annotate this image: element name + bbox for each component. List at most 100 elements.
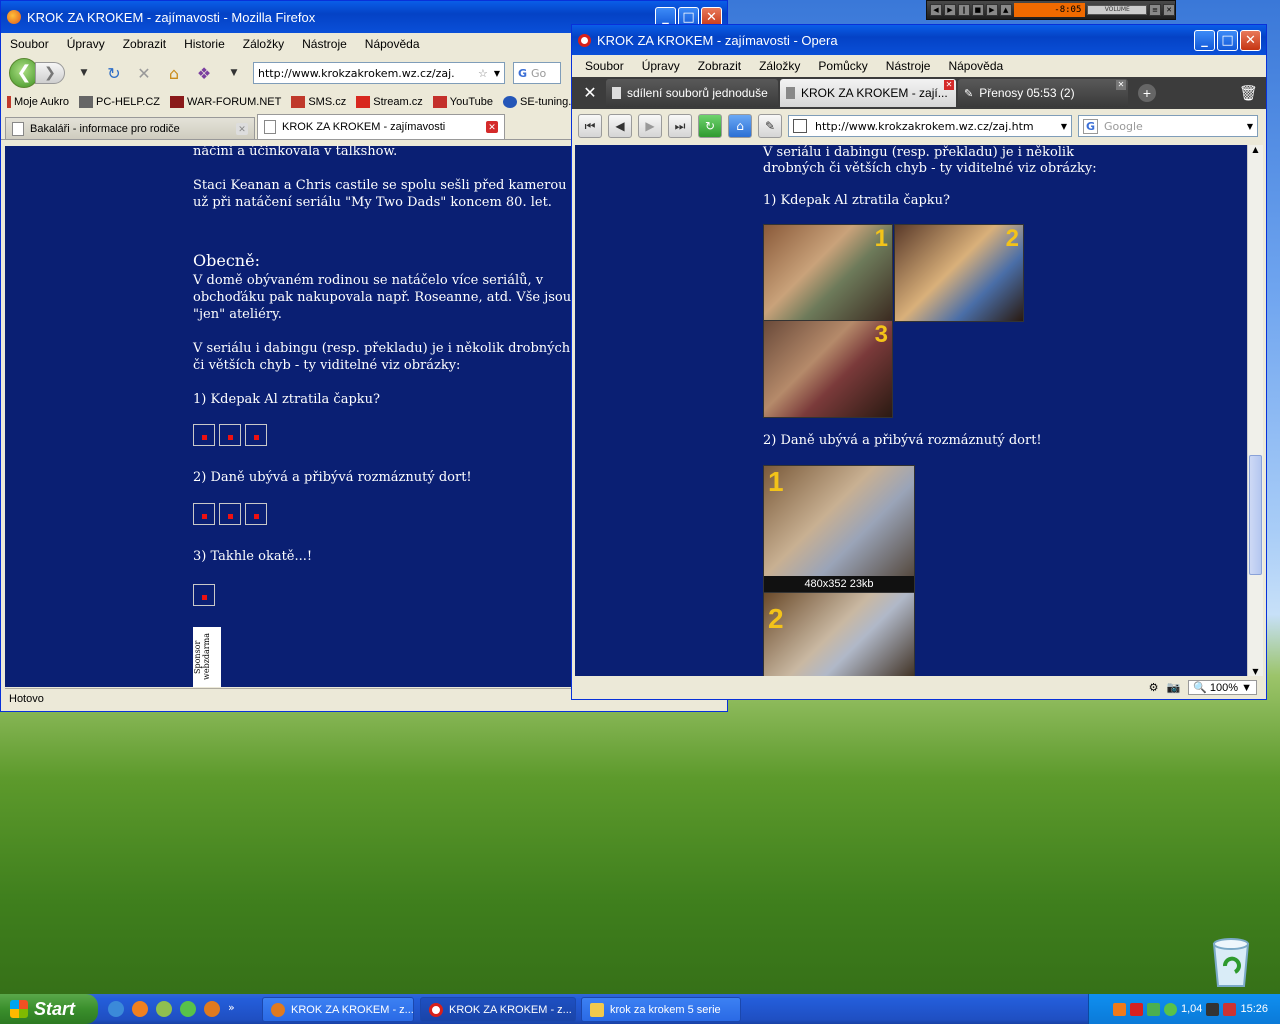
- stop-icon[interactable]: ✕: [133, 64, 155, 83]
- menu-zobrazit[interactable]: Zobrazit: [689, 57, 750, 75]
- zoom-control[interactable]: 🔍 100% ▼: [1188, 679, 1257, 695]
- bookmark-item[interactable]: Stream.cz: [356, 96, 423, 108]
- icq-tray-icon[interactable]: [1164, 1002, 1177, 1016]
- minimize-button[interactable]: _: [1194, 30, 1215, 51]
- broken-image[interactable]: [193, 503, 215, 525]
- scroll-down-icon[interactable]: ▼: [1248, 667, 1263, 676]
- next-icon[interactable]: ▶: [985, 4, 998, 16]
- menu-upravy[interactable]: Úpravy: [58, 35, 114, 55]
- menu-upravy[interactable]: Úpravy: [633, 57, 689, 75]
- menu-napoveda[interactable]: Nápověda: [939, 57, 1012, 75]
- ati-tray-icon[interactable]: [1130, 1002, 1143, 1016]
- tab-close-icon[interactable]: ✕: [236, 122, 248, 135]
- tray-icon[interactable]: [1223, 1002, 1237, 1016]
- avast-icon[interactable]: [132, 1001, 148, 1017]
- forward-button[interactable]: ❯: [35, 62, 65, 84]
- menu-zobrazit[interactable]: Zobrazit: [114, 35, 175, 55]
- tab-prenosy[interactable]: ✎ Přenosy 05:53 (2) ✕: [958, 79, 1128, 107]
- bookmark-item[interactable]: PC-HELP.CZ: [79, 96, 160, 108]
- close-icon[interactable]: ✕: [1163, 4, 1176, 16]
- edit-button[interactable]: ✎: [758, 114, 782, 138]
- maximize-button[interactable]: □: [1217, 30, 1238, 51]
- menu-nastroje[interactable]: Nástroje: [293, 35, 356, 55]
- broken-image[interactable]: [193, 424, 215, 446]
- stop-icon[interactable]: ■: [971, 4, 984, 16]
- url-dropdown-icon[interactable]: ▼: [1061, 122, 1067, 131]
- url-bar[interactable]: http://www.krokzakrokem.wz.cz/zaj.htm ▼: [788, 115, 1072, 137]
- pause-icon[interactable]: ‖: [957, 4, 970, 16]
- menu-zalozky[interactable]: Záložky: [234, 35, 293, 55]
- home-button[interactable]: ⌂: [728, 114, 752, 138]
- volume-slider[interactable]: VOLUME: [1087, 5, 1148, 15]
- menu-nastroje[interactable]: Nástroje: [877, 57, 940, 75]
- tools-icon[interactable]: ✕: [576, 83, 604, 103]
- tab-sdileni[interactable]: sdílení souborů jednoduše: [606, 79, 778, 107]
- broken-image[interactable]: [245, 424, 267, 446]
- play-icon[interactable]: ▶: [943, 4, 956, 16]
- rewind-button[interactable]: ⏮: [578, 114, 602, 138]
- menu-napoveda[interactable]: Nápověda: [356, 35, 429, 55]
- chart-tray-icon[interactable]: [1206, 1002, 1220, 1016]
- star-icon[interactable]: ☆: [478, 67, 488, 80]
- screenshot-image[interactable]: 2: [763, 592, 915, 676]
- close-button[interactable]: ✕: [1240, 30, 1261, 51]
- search-dropdown-icon[interactable]: ▼: [1247, 122, 1253, 131]
- menu-historie[interactable]: Historie: [175, 35, 234, 55]
- broken-image[interactable]: [219, 424, 241, 446]
- taskbar-item-firefox[interactable]: KROK ZA KROKEM - z...: [262, 997, 414, 1022]
- bookmark-item[interactable]: WAR-FORUM.NET: [170, 96, 281, 108]
- screenshot-image[interactable]: 1 480x352 23kb: [763, 465, 915, 593]
- menu-soubor[interactable]: Soubor: [576, 57, 633, 75]
- eject-icon[interactable]: ▲: [999, 4, 1012, 16]
- broken-image[interactable]: [219, 503, 241, 525]
- trash-icon[interactable]: 🗑: [1239, 84, 1258, 102]
- network-icon[interactable]: [1147, 1002, 1160, 1016]
- screenshot-image[interactable]: 1: [763, 224, 893, 322]
- screenshot-image[interactable]: 2: [894, 224, 1024, 322]
- prev-icon[interactable]: ◀: [930, 4, 942, 16]
- ie-icon[interactable]: [108, 1001, 124, 1017]
- broken-image[interactable]: [245, 503, 267, 525]
- tab-close-icon[interactable]: ✕: [1116, 80, 1126, 90]
- tab-krok-za-krokem[interactable]: KROK ZA KROKEM - zajímavosti ✕: [257, 114, 505, 139]
- menu-icon[interactable]: ≡: [1149, 4, 1162, 16]
- sponsor-banner[interactable]: Sponsor webzdarma: [193, 627, 221, 687]
- taskbar-item-folder[interactable]: krok za krokem 5 serie: [581, 997, 741, 1022]
- url-dropdown-icon[interactable]: ▼: [494, 69, 500, 78]
- bookmark-item[interactable]: YouTube: [432, 96, 493, 108]
- home-icon[interactable]: ⌂: [163, 64, 185, 83]
- scroll-up-icon[interactable]: ▲: [1248, 145, 1263, 154]
- menu-soubor[interactable]: Soubor: [1, 35, 58, 55]
- opera-titlebar[interactable]: KROK ZA KROKEM - zajímavosti - Opera: [572, 25, 1266, 55]
- menu-zalozky[interactable]: Záložky: [750, 57, 809, 75]
- screenshot-image[interactable]: 3: [763, 320, 893, 418]
- search-field[interactable]: G Go: [513, 62, 561, 84]
- winamp-tray-icon[interactable]: [1113, 1002, 1126, 1016]
- icq-icon[interactable]: [180, 1001, 196, 1017]
- tab-bakalari[interactable]: Bakaláři - informace pro rodiče ✕: [5, 117, 255, 139]
- forward-button[interactable]: ▶: [638, 114, 662, 138]
- recycle-bin-icon[interactable]: [1208, 936, 1254, 988]
- app-icon[interactable]: [156, 1001, 172, 1017]
- addon-icon[interactable]: ❖: [193, 64, 215, 83]
- start-button[interactable]: Start: [0, 994, 98, 1024]
- camera-icon[interactable]: 📷: [1166, 681, 1180, 694]
- new-tab-icon[interactable]: +: [1138, 84, 1156, 102]
- vertical-scrollbar[interactable]: ▲ ▼: [1247, 145, 1263, 676]
- opera-window[interactable]: KROK ZA KROKEM - zajímavosti - Opera _ □…: [571, 24, 1267, 700]
- scrollbar-thumb[interactable]: [1249, 455, 1262, 575]
- bookmark-item[interactable]: SMS.cz: [291, 96, 346, 108]
- back-button[interactable]: ◀: [608, 114, 632, 138]
- menu-pomucky[interactable]: Pomůcky: [809, 57, 876, 75]
- tab-close-icon[interactable]: ✕: [486, 121, 498, 133]
- dropdown-arrow-icon[interactable]: ▼: [73, 68, 95, 78]
- dropdown-arrow-icon[interactable]: ▼: [223, 68, 245, 78]
- reload-button[interactable]: ↻: [698, 114, 722, 138]
- bookmark-item[interactable]: Moje Aukro: [7, 96, 69, 108]
- tab-krok-za-krokem[interactable]: KROK ZA KROKEM - zají... ✕: [780, 79, 956, 107]
- fast-forward-button[interactable]: ⏭: [668, 114, 692, 138]
- broken-image[interactable]: [193, 584, 215, 606]
- firefox-icon[interactable]: [204, 1001, 220, 1017]
- winamp-player[interactable]: ◀ ▶ ‖ ■ ▶ ▲ -8:05 VOLUME ≡ ✕: [926, 0, 1176, 20]
- settings-icon[interactable]: ⚙: [1149, 681, 1159, 694]
